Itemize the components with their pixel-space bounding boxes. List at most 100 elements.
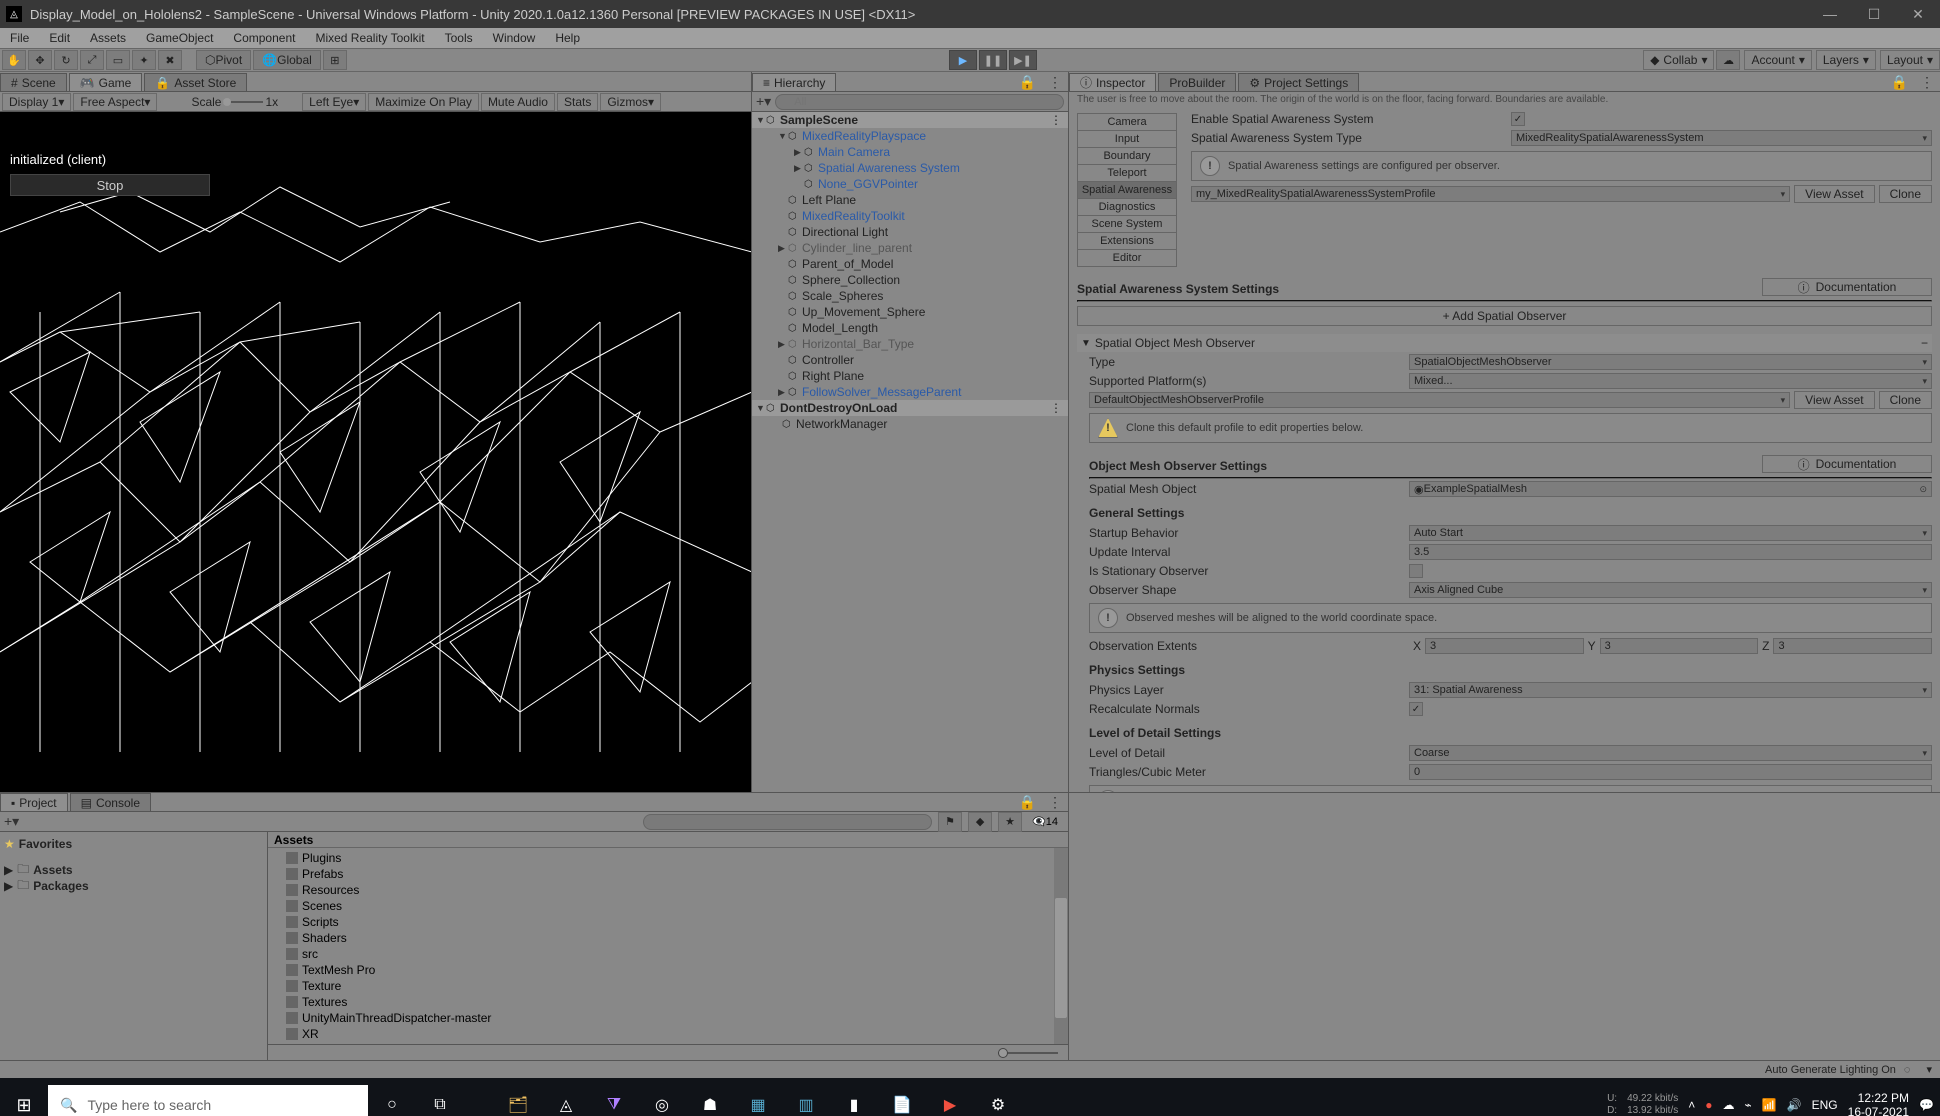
extent-x[interactable]: 3 [1425,638,1584,654]
filter-icon[interactable]: ⚑ [938,812,962,832]
game-viewport[interactable]: initialized (client) Stop [0,112,751,792]
lod-dropdown[interactable]: Coarse▾ [1409,745,1932,761]
sidetab-teleport[interactable]: Teleport [1077,164,1177,182]
tray-bluetooth-icon[interactable]: ⌁ [1745,1098,1752,1112]
move-tool-icon[interactable]: ✥ [28,50,52,70]
app5-icon[interactable]: ▶ [926,1078,974,1116]
layout-dropdown[interactable]: Layout ▾ [1880,50,1940,70]
tray-clock[interactable]: 12:22 PM 16-07-2021 [1848,1091,1909,1116]
thumbnail-slider[interactable] [268,1044,1068,1060]
snap-toggle-icon[interactable]: ⊞ [323,50,347,70]
chrome-icon[interactable]: ◎ [638,1078,686,1116]
status-menu-icon[interactable]: ▾ [1918,1063,1940,1076]
type-dropdown[interactable]: SpatialObjectMeshObserver▾ [1409,354,1932,370]
tab-inspector[interactable]: ⓘ Inspector [1069,73,1156,91]
hierarchy-item[interactable]: ⬡Scale_Spheres [752,288,1068,304]
eye-dropdown[interactable]: Left Eye ▾ [302,93,366,111]
hierarchy-item[interactable]: ▶⬡Cylinder_line_parent [752,240,1068,256]
aspect-dropdown[interactable]: Free Aspect ▾ [73,93,157,111]
favorites-node[interactable]: Favorites [19,837,72,851]
view-asset-button2[interactable]: View Asset [1794,391,1874,409]
physics-layer-dropdown[interactable]: 31: Spatial Awareness▾ [1409,682,1932,698]
sidetab-input[interactable]: Input [1077,130,1177,148]
extent-y[interactable]: 3 [1600,638,1759,654]
transform-tool-icon[interactable]: ✦ [132,50,156,70]
menu-assets[interactable]: Assets [80,31,136,45]
notepad-icon[interactable]: 📄 [878,1078,926,1116]
tray-volume-icon[interactable]: 🔊 [1787,1098,1802,1112]
inspector-lock-icon[interactable]: 🔒 [1885,74,1914,91]
menu-mrtk[interactable]: Mixed Reality Toolkit [305,31,434,45]
pivot-toggle[interactable]: ⬡ Pivot [196,50,251,70]
mute-audio[interactable]: Mute Audio [481,93,555,111]
display-dropdown[interactable]: Display 1 ▾ [2,93,71,111]
hierarchy-item[interactable]: NetworkManager [796,417,887,431]
sidetab-scene-system[interactable]: Scene System [1077,215,1177,233]
hierarchy-item[interactable]: ▼⬡MixedRealityPlayspace [752,128,1068,144]
tri-field[interactable]: 0 [1409,764,1932,780]
hierarchy-item[interactable]: ⬡Sphere_Collection [752,272,1068,288]
folder-item[interactable]: Textures [268,994,1068,1010]
scene-menu-icon[interactable]: ⋮ [1050,113,1068,127]
terminal-icon[interactable]: ▮ [830,1078,878,1116]
windows-search[interactable]: 🔍 Type here to search [48,1085,368,1116]
tab-game[interactable]: 🎮 Game [69,73,143,91]
tab-probuilder[interactable]: ProBuilder [1158,73,1236,91]
start-button[interactable]: ⊞ [0,1078,48,1116]
folder-item[interactable]: Texture [268,978,1068,994]
project-create-icon[interactable]: +▾ [4,813,19,830]
folder-item[interactable]: Resources [268,882,1068,898]
tab-console[interactable]: ▤ Console [70,793,151,811]
inspector-menu-icon[interactable]: ⋮ [1914,74,1940,91]
sa-type-dropdown[interactable]: MixedRealitySpatialAwarenessSystem▾ [1511,130,1932,146]
startup-dropdown[interactable]: Auto Start▾ [1409,525,1932,541]
profile-field[interactable]: my_MixedRealitySpatialAwarenessSystemPro… [1191,186,1790,202]
hierarchy-tree[interactable]: ▼⬡ SampleScene ⋮ ▼⬡MixedRealityPlayspace… [752,112,1068,792]
app6-icon[interactable]: ⚙ [974,1078,1022,1116]
hierarchy-item[interactable]: ▶⬡FollowSolver_MessageParent [752,384,1068,400]
folder-item[interactable]: Plugins [268,850,1068,866]
folder-item[interactable]: TextMesh Pro [268,962,1068,978]
scene-menu2-icon[interactable]: ⋮ [1050,401,1068,415]
clone-button2[interactable]: Clone [1879,391,1932,409]
hierarchy-search[interactable] [775,94,1064,110]
minimize-button[interactable]: — [1808,0,1852,28]
tab-project[interactable]: ▪ Project [0,793,68,811]
taskview-icon[interactable]: ⧉ [416,1078,464,1116]
extent-z[interactable]: 3 [1773,638,1932,654]
update-interval-field[interactable]: 3.5 [1409,544,1932,560]
menu-tools[interactable]: Tools [435,31,483,45]
remove-observer-icon[interactable]: − [1921,336,1928,350]
tray-chevron-icon[interactable]: ˄ [1688,1098,1695,1112]
folder-item[interactable]: src [268,946,1068,962]
tray-app-icon[interactable]: ● [1705,1098,1712,1112]
step-button[interactable]: ▶❚ [1009,50,1037,70]
menu-window[interactable]: Window [483,31,546,45]
app2-icon[interactable]: ▦ [734,1078,782,1116]
scene-root2[interactable]: DontDestroyOnLoad [780,401,897,415]
unity-icon[interactable]: ◬ [542,1078,590,1116]
account-dropdown[interactable]: Account ▾ [1744,50,1811,70]
play-button[interactable]: ▶ [949,50,977,70]
custom-tool-icon[interactable]: ✖ [158,50,182,70]
folder-item[interactable]: Shaders [268,930,1068,946]
folder-item[interactable]: Prefabs [268,866,1068,882]
maximize-button[interactable]: ☐ [1852,0,1896,28]
folder-item[interactable]: Scenes [268,898,1068,914]
documentation-button[interactable]: ⓘDocumentation [1762,278,1932,296]
hierarchy-item[interactable]: ⬡Controller [752,352,1068,368]
project-menu-icon[interactable]: ⋮ [1042,794,1068,811]
app3-icon[interactable]: ▥ [782,1078,830,1116]
sidetab-editor[interactable]: Editor [1077,249,1177,267]
project-tree[interactable]: ★Favorites ▶🗀Assets ▶🗀Packages [0,832,268,1060]
hierarchy-item[interactable]: ⬡None_GGVPointer [752,176,1068,192]
maximize-on-play[interactable]: Maximize On Play [368,93,479,111]
tab-asset-store[interactable]: 🔒 Asset Store [144,73,247,91]
profile2-field[interactable]: DefaultObjectMeshObserverProfile▾ [1089,392,1790,408]
sidetab-spatial-awareness[interactable]: Spatial Awareness [1077,181,1177,199]
assets-node[interactable]: Assets [33,863,72,877]
cloud-icon[interactable]: ☁ [1716,50,1740,70]
add-observer-button[interactable]: + Add Spatial Observer [1077,306,1932,326]
menu-gameobject[interactable]: GameObject [136,31,223,45]
recalc-checkbox[interactable]: ✓ [1409,702,1423,716]
